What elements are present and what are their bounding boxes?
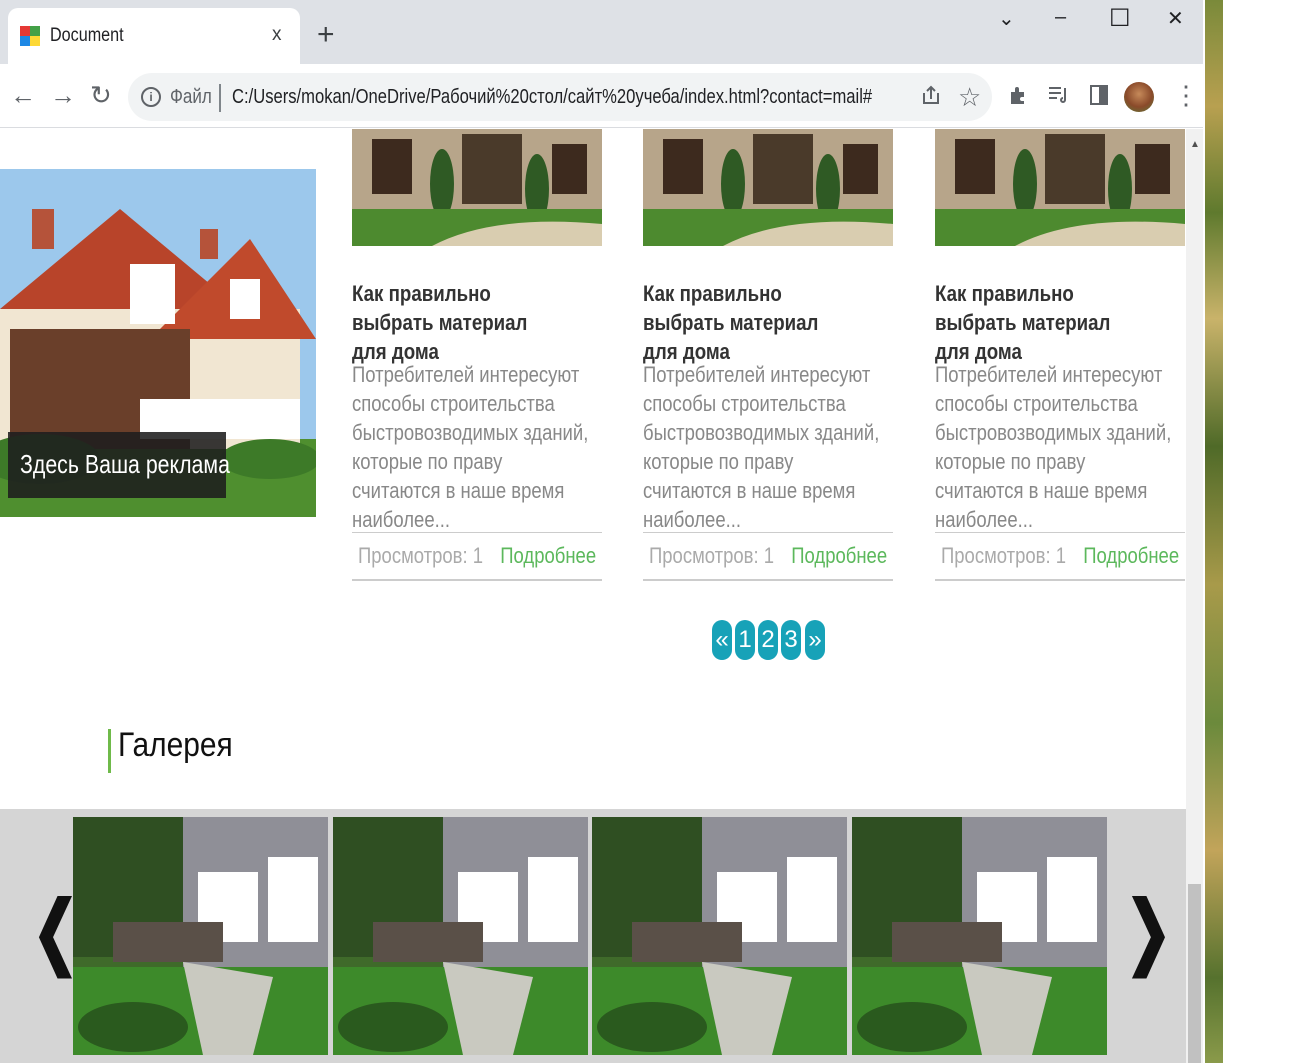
reload-button[interactable]: ↻ bbox=[90, 80, 112, 111]
pagination-page-2[interactable]: 2 bbox=[758, 620, 778, 660]
ad-label-box[interactable]: Здесь Ваша реклама bbox=[8, 432, 230, 498]
desktop-background bbox=[1203, 0, 1301, 1063]
close-window-button[interactable]: ✕ bbox=[1167, 6, 1184, 31]
page-content: Здесь Ваша реклама Как правильно выбрать… bbox=[0, 129, 1186, 1063]
card-image[interactable] bbox=[352, 129, 602, 246]
card-text: Потребителей интересуют способы строител… bbox=[935, 362, 1172, 532]
menu-icon[interactable]: ⋮ bbox=[1173, 80, 1199, 111]
card-text: Потребителей интересуют способы строител… bbox=[352, 362, 589, 532]
gallery-image[interactable] bbox=[73, 817, 328, 1055]
views-count: Просмотров: 1 bbox=[941, 543, 1067, 568]
news-card: Как правильно выбрать материал для дома … bbox=[935, 129, 1185, 589]
card-image[interactable] bbox=[935, 129, 1185, 246]
news-card: Как правильно выбрать материал для дома … bbox=[643, 129, 893, 589]
profile-avatar[interactable] bbox=[1124, 82, 1154, 112]
card-title[interactable]: Как правильно выбрать материал для дома bbox=[935, 279, 1148, 366]
gallery-slider: ❮ ❯ bbox=[0, 809, 1186, 1063]
forward-button[interactable]: → bbox=[50, 80, 76, 111]
news-card: Как правильно выбрать материал для дома … bbox=[352, 129, 602, 589]
gallery-title: Галерея bbox=[118, 726, 233, 764]
star-icon[interactable]: ☆ bbox=[958, 82, 981, 113]
card-footer: Просмотров: 1 Подробнее bbox=[352, 532, 602, 581]
pagination-page-3[interactable]: 3 bbox=[781, 620, 801, 660]
document-favicon-icon bbox=[20, 26, 40, 46]
views-count: Просмотров: 1 bbox=[358, 543, 484, 568]
more-link[interactable]: Подробнее bbox=[1083, 543, 1179, 569]
card-footer: Просмотров: 1 Подробнее bbox=[935, 532, 1185, 581]
scroll-up-icon[interactable]: ▲ bbox=[1190, 139, 1200, 150]
tab-search-icon[interactable]: ⌄ bbox=[998, 6, 1015, 31]
reading-list-icon[interactable] bbox=[1047, 84, 1071, 112]
gallery-image[interactable] bbox=[333, 817, 588, 1055]
card-image[interactable] bbox=[643, 129, 893, 246]
share-icon[interactable] bbox=[920, 84, 942, 112]
minimize-button[interactable]: – bbox=[1055, 6, 1066, 29]
url-text[interactable]: C:/Users/mokan/OneDrive/Рабочий%20стол/с… bbox=[232, 86, 872, 109]
gallery-image[interactable] bbox=[592, 817, 847, 1055]
side-panel-icon[interactable] bbox=[1089, 84, 1109, 112]
card-footer: Просмотров: 1 Подробнее bbox=[643, 532, 893, 581]
scrollbar-thumb[interactable] bbox=[1188, 884, 1201, 1063]
card-text: Потребителей интересуют способы строител… bbox=[643, 362, 880, 532]
more-link[interactable]: Подробнее bbox=[500, 543, 596, 569]
gallery-image[interactable] bbox=[852, 817, 1107, 1055]
card-title[interactable]: Как правильно выбрать материал для дома bbox=[352, 279, 565, 366]
pagination-page-1[interactable]: 1 bbox=[735, 620, 755, 660]
new-tab-button[interactable]: + bbox=[317, 18, 335, 52]
address-separator bbox=[219, 84, 221, 112]
gallery-prev-button[interactable]: ❮ bbox=[32, 884, 79, 977]
more-link[interactable]: Подробнее bbox=[791, 543, 887, 569]
pagination-next[interactable]: » bbox=[805, 620, 825, 660]
tab-title: Document bbox=[50, 25, 124, 46]
views-count: Просмотров: 1 bbox=[649, 543, 775, 568]
card-title[interactable]: Как правильно выбрать материал для дома bbox=[643, 279, 856, 366]
extensions-icon[interactable] bbox=[1008, 84, 1030, 112]
maximize-button[interactable]: ☐ bbox=[1109, 4, 1131, 33]
ad-label: Здесь Ваша реклама bbox=[20, 449, 230, 479]
info-icon[interactable]: i bbox=[141, 87, 161, 107]
back-button[interactable]: ← bbox=[10, 80, 36, 111]
address-scheme-label: Файл bbox=[170, 86, 212, 108]
tab-close-icon[interactable]: x bbox=[272, 24, 282, 46]
pagination-prev[interactable]: « bbox=[712, 620, 732, 660]
gallery-title-accent bbox=[108, 729, 111, 773]
gallery-next-button[interactable]: ❯ bbox=[1125, 884, 1172, 977]
